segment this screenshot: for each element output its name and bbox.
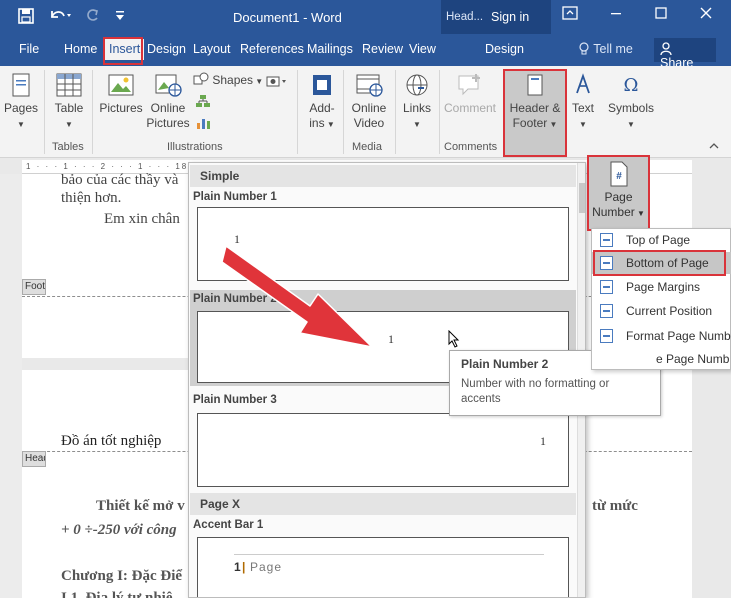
annotation-arrow-icon bbox=[221, 245, 373, 348]
